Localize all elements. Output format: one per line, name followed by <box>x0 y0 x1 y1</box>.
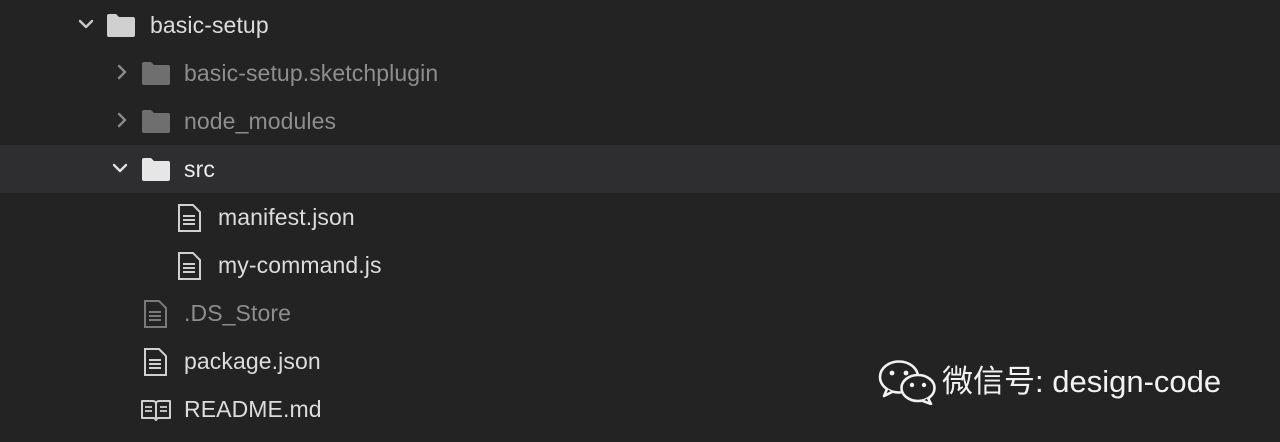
tree-row-label: node_modules <box>184 108 337 134</box>
book-icon <box>140 397 171 423</box>
tree-row-label: src <box>184 156 215 182</box>
chevron-down-icon[interactable] <box>112 158 128 178</box>
tree-row-label: basic-setup.sketchplugin <box>184 60 439 86</box>
tree-row-label: package.json <box>184 348 321 374</box>
file-icon <box>176 203 206 232</box>
chevron-right-icon[interactable] <box>114 62 130 82</box>
chevron-right-icon[interactable] <box>114 110 130 130</box>
tree-row-label: basic-setup <box>150 12 269 38</box>
watermark-text: 微信号: design-code <box>942 364 1222 399</box>
folder-icon <box>141 108 171 134</box>
tree-row-label: .DS_Store <box>184 300 292 326</box>
chevron-down-icon[interactable] <box>78 14 94 34</box>
tree-row-src[interactable]: src <box>0 145 1280 193</box>
folder-icon <box>141 60 171 86</box>
wechat-icon <box>878 359 938 406</box>
file-icon <box>142 347 172 376</box>
tree-row-ds-store[interactable]: .DS_Store <box>0 289 1280 337</box>
tree-row-manifest-json[interactable]: manifest.json <box>0 193 1280 241</box>
tree-row-label: my-command.js <box>218 252 382 278</box>
folder-icon <box>141 156 171 182</box>
tree-row-my-command-js[interactable]: my-command.js <box>0 241 1280 289</box>
file-icon <box>142 299 172 328</box>
folder-icon <box>106 12 136 38</box>
tree-row-label: manifest.json <box>218 204 355 230</box>
file-icon <box>176 251 206 280</box>
tree-row-label: README.md <box>184 396 322 422</box>
tree-row-sketchplugin[interactable]: basic-setup.sketchplugin <box>0 49 1280 97</box>
tree-row-node-modules[interactable]: node_modules <box>0 97 1280 145</box>
tree-row-basic-setup[interactable]: basic-setup <box>0 1 1280 49</box>
file-tree: basic-setup basic-setup.sketchplugin nod… <box>0 0 1280 442</box>
